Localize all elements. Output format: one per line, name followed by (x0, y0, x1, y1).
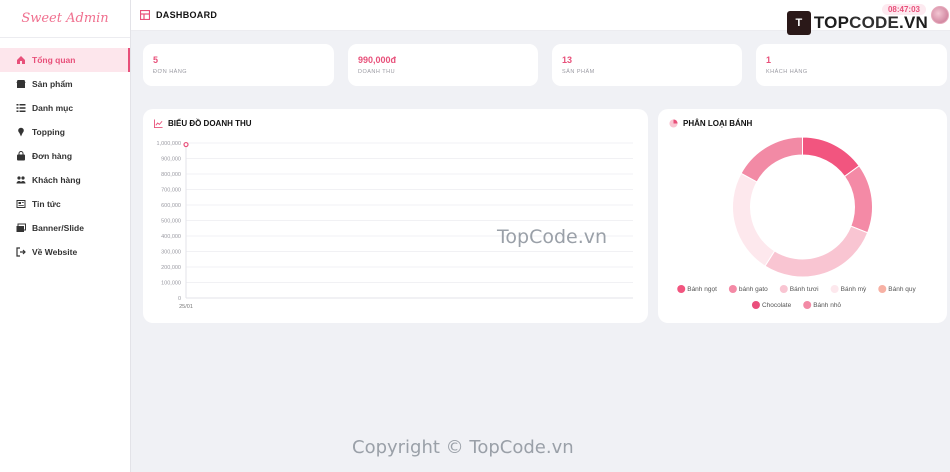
list-icon (15, 103, 26, 114)
category-donut-chart: Bánh ngọt bánh gato Bánh tươi Bánh mỳ Bánh q… (677, 136, 917, 309)
donut-slice (843, 165, 873, 234)
sidebar-item-label: Tin tức (32, 199, 61, 209)
stat-value: 5 (153, 55, 159, 65)
images-icon (15, 223, 26, 234)
stat-value: 1 (766, 55, 772, 65)
users-icon (15, 175, 26, 186)
data-point (183, 141, 189, 148)
y-tick-label: 1,000,000 (157, 141, 181, 147)
category-chart-panel: PHÂN LOẠI BÁNH Bánh ngọt bánh gato Bánh tư… (658, 109, 947, 323)
y-tick-label: 800,000 (161, 172, 181, 178)
legend-swatch (751, 301, 760, 309)
sidebar-item-label: Sản phẩm (32, 79, 73, 89)
sidebar-item-0[interactable]: Tổng quan (0, 48, 130, 72)
legend-label: Bánh mỳ (841, 286, 867, 293)
sidebar-item-2[interactable]: Danh mục (0, 96, 130, 120)
stat-label: Khách hàng (766, 69, 808, 75)
y-tick-label: 600,000 (161, 203, 181, 209)
y-tick-label: 400,000 (161, 234, 181, 240)
y-tick-label: 200,000 (161, 265, 181, 271)
sidebar-item-6[interactable]: Tin tức (0, 192, 130, 216)
sidebar-item-5[interactable]: Khách hàng (0, 168, 130, 192)
y-tick-label: 700,000 (161, 188, 181, 194)
home-icon (15, 55, 26, 66)
stat-label: Đơn hàng (153, 69, 188, 75)
logo-text: TOPCODE.VN (813, 13, 928, 32)
legend-swatch (677, 285, 686, 293)
donut-slice (740, 136, 803, 183)
y-tick-label: 0 (178, 296, 181, 302)
stat-card-orders: 5 Đơn hàng (143, 44, 334, 86)
sidebar-item-8[interactable]: Về Website (0, 240, 130, 264)
stat-label: Sản phẩm (562, 69, 595, 75)
legend-label: bánh gato (739, 286, 768, 293)
revenue-line-chart: 1,000,000 900,000 800,000 700,000 600,000 500… (157, 141, 633, 310)
brand-title[interactable]: Sweet Admin (0, 0, 130, 38)
legend-label: Chocolate (762, 302, 792, 309)
legend-swatch (830, 285, 839, 293)
stat-card-products: 13 Sản phẩm (552, 44, 742, 86)
store-icon (15, 79, 26, 90)
sidebar-item-label: Đơn hàng (32, 151, 73, 161)
sidebar-item-label: Về Website (32, 247, 78, 257)
donut-slice (802, 136, 860, 178)
sidebar-nav: Tổng quan Sản phẩm Danh mục Topping Đơn hàng… (0, 48, 130, 264)
legend-swatch (779, 285, 788, 293)
legend-swatch (803, 301, 812, 309)
newspaper-icon (15, 199, 26, 210)
stat-label: Doanh thu (358, 69, 396, 75)
stat-value: 990,000đ (358, 55, 397, 65)
donut-slice (732, 172, 776, 267)
sidebar-item-label: Banner/Slide (32, 223, 84, 233)
stat-value: 13 (562, 55, 573, 65)
revenue-chart-panel: BIỂU ĐỒ DOANH THU 1,000,000 900,000 800,00… (143, 109, 648, 323)
sidebar-item-1[interactable]: Sản phẩm (0, 72, 130, 96)
sign-out-icon (15, 247, 26, 258)
donut-slice (764, 225, 869, 278)
sidebar-item-label: Danh mục (32, 103, 74, 113)
legend-label: Bánh nhỏ (813, 301, 841, 309)
watermark-footer: Copyright © TopCode.vn (352, 437, 574, 458)
sidebar-item-label: Topping (32, 127, 65, 137)
sidebar-item-label: Tổng quan (32, 55, 76, 65)
legend-swatch (878, 285, 887, 293)
avatar[interactable] (931, 6, 949, 24)
watermark-center: TopCode.vn (497, 226, 608, 248)
stat-card-revenue: 990,000đ Doanh thu (348, 44, 538, 86)
legend-label: Bánh quy (888, 286, 916, 293)
dashboard-icon (140, 10, 150, 20)
legend-label: Bánh ngọt (687, 286, 717, 293)
x-tick-label: 25/01 (179, 304, 193, 310)
page-title: DASHBOARD (156, 10, 218, 20)
sidebar-item-7[interactable]: Banner/Slide (0, 216, 130, 240)
sidebar-item-3[interactable]: Topping (0, 120, 130, 144)
y-tick-label: 300,000 (161, 250, 181, 256)
y-tick-label: 500,000 (161, 219, 181, 225)
y-tick-label: 100,000 (161, 281, 181, 287)
stat-card-customers: 1 Khách hàng (756, 44, 947, 86)
shopping-bag-icon (15, 151, 26, 162)
sidebar: Sweet Admin Tổng quan Sản phẩm Danh mục Top… (0, 0, 131, 472)
legend-label: Bánh tươi (790, 286, 819, 293)
sidebar-item-4[interactable]: Đơn hàng (0, 144, 130, 168)
topcode-logo: T TOPCODE.VN (786, 11, 928, 35)
y-tick-label: 900,000 (161, 157, 181, 163)
sidebar-item-label: Khách hàng (32, 175, 81, 185)
legend-swatch (728, 285, 737, 293)
logo-mark: T (786, 11, 811, 35)
ice-cream-icon (15, 127, 26, 138)
